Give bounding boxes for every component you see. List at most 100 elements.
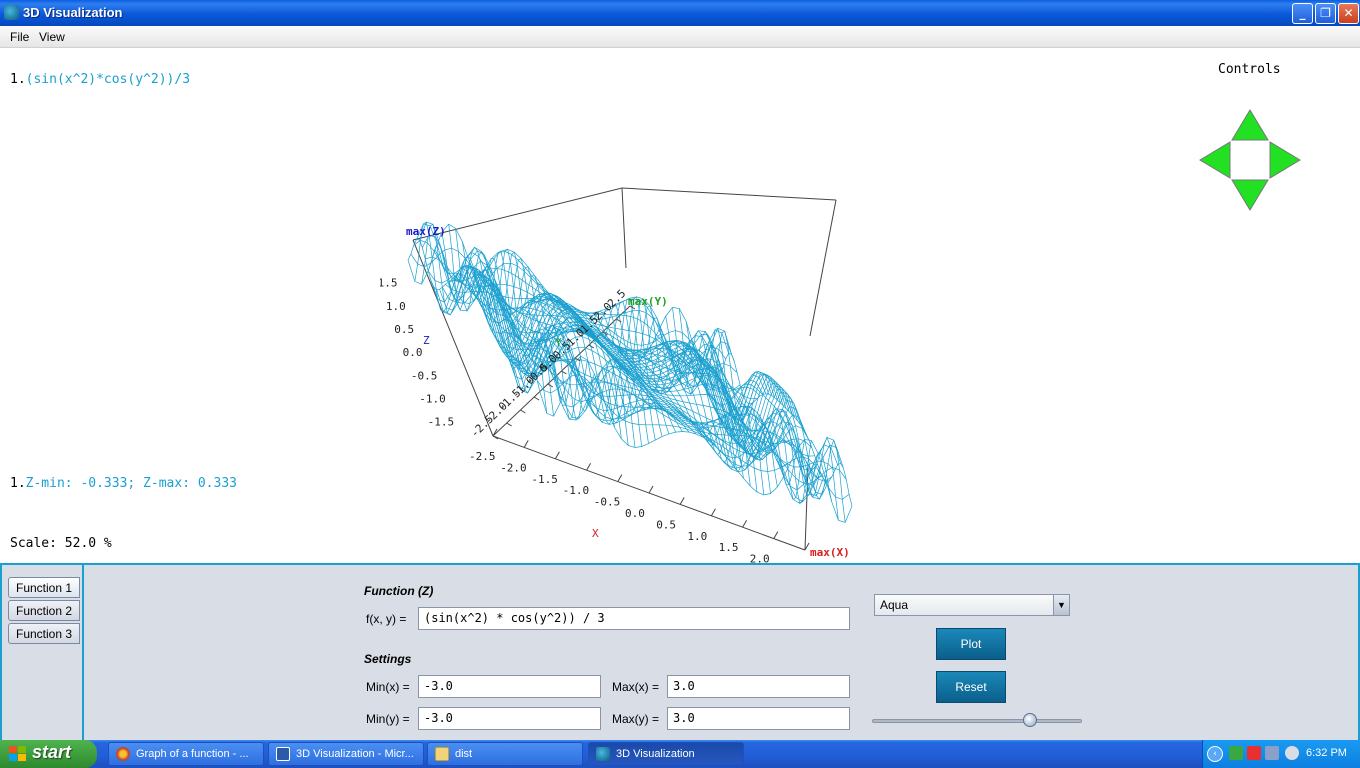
max-x-input[interactable]: 3.0 — [667, 675, 850, 698]
z-tick-label: -0.5 — [411, 369, 438, 382]
min-y-input[interactable]: -3.0 — [418, 707, 601, 730]
z-range-list: 1.Z-min: -0.333; Z-max: 0.333 — [10, 476, 237, 491]
color-dropdown[interactable]: Aqua ▼ — [874, 594, 1070, 616]
function-expression: (sin(x^2)*cos(y^2))/3 — [25, 72, 191, 87]
x-tick-mark — [617, 474, 623, 482]
minimize-button[interactable]: _ — [1292, 3, 1313, 24]
z-tick-label: -1.5 — [428, 416, 454, 429]
x-tick-mark — [648, 485, 654, 494]
x-tick-mark — [773, 531, 779, 539]
x-tick-label: -1.5 — [531, 473, 558, 486]
chrome-icon — [116, 747, 130, 761]
function-tabs: Function 1 Function 2 Function 3 — [4, 565, 84, 742]
menu-view[interactable]: View — [39, 30, 65, 44]
z-axis-label: max(Z) — [406, 225, 446, 238]
start-label: start — [32, 742, 72, 762]
min-x-label: Min(x) = — [366, 680, 410, 694]
taskbar-item-label: dist — [455, 748, 473, 760]
x-tick-mark — [742, 519, 748, 528]
network-icon[interactable] — [1229, 746, 1243, 760]
x-tick-mark — [710, 508, 716, 517]
z-marker: Z — [423, 334, 430, 347]
surface-mesh — [407, 221, 853, 523]
function-heading: Function (Z) — [364, 584, 434, 598]
x-tick-label: 0.0 — [625, 507, 645, 520]
arrow-left-icon[interactable] — [1199, 141, 1231, 179]
fxy-label: f(x, y) = — [366, 612, 407, 626]
settings-heading: Settings — [364, 652, 412, 666]
mesh-line-x-31 — [617, 297, 751, 487]
scale-slider-track[interactable] — [872, 719, 1082, 723]
tab-function-3[interactable]: Function 3 — [8, 623, 80, 644]
x-tick-label: 2.0 — [750, 553, 770, 563]
x-tick-label: -2.0 — [500, 461, 527, 474]
taskbar-item-label: 3D Visualization - Micr... — [296, 748, 414, 760]
function-expression-list: 1.(sin(x^2)*cos(y^2))/3 — [10, 72, 190, 87]
mesh-line-y-16 — [493, 308, 807, 457]
taskbar: start Graph of a function - ... 3D Visua… — [0, 740, 1360, 768]
function-input[interactable]: (sin(x^2) * cos(y^2)) / 3 — [418, 607, 850, 630]
reset-button[interactable]: Reset — [936, 671, 1006, 703]
scale-slider-thumb[interactable] — [1022, 713, 1037, 727]
taskbar-item-visualization[interactable]: 3D Visualization — [588, 742, 744, 766]
tab-function-2[interactable]: Function 2 — [8, 600, 80, 621]
window-title: 3D Visualization — [23, 5, 123, 20]
menu-file[interactable]: File — [10, 30, 29, 44]
x-tick-mark — [523, 440, 529, 448]
y-tick-mark — [533, 396, 540, 401]
z-tick-label: 0.0 — [403, 346, 423, 359]
z-tick-label: 0.5 — [394, 323, 414, 336]
maximize-button[interactable]: ❐ — [1315, 3, 1336, 24]
taskbar-item-browser[interactable]: Graph of a function - ... — [108, 742, 264, 766]
plot-button[interactable]: Plot — [936, 628, 1006, 660]
tab-function-1[interactable]: Function 1 — [8, 577, 80, 598]
min-x-input[interactable]: -3.0 — [418, 675, 601, 698]
plot-canvas[interactable]: 1.(sin(x^2)*cos(y^2))/3 1.Z-min: -0.333;… — [0, 48, 1360, 563]
start-button[interactable]: start — [0, 740, 97, 768]
folder-icon — [435, 747, 449, 761]
close-button[interactable]: ✕ — [1338, 3, 1359, 24]
x-tick-label: 1.5 — [719, 541, 739, 554]
x-tick-label: 0.5 — [656, 518, 676, 531]
taskbar-item-label: Graph of a function - ... — [136, 748, 249, 760]
antivirus-icon[interactable] — [1247, 746, 1261, 760]
max-x-label: Max(x) = — [612, 680, 660, 694]
chevron-down-icon[interactable]: ▼ — [1053, 595, 1069, 615]
x-tick-mark — [554, 451, 560, 460]
x-tick-mark — [679, 497, 685, 505]
arrow-right-icon[interactable] — [1269, 141, 1301, 179]
x-marker: X — [592, 527, 599, 540]
z-tick-label: 1.5 — [380, 277, 397, 290]
min-y-label: Min(y) = — [366, 712, 410, 726]
axis-ticks: 1.5 1.0 0.5 0.0 -0.5 -1.0 -1.5 -2.5 -2.0 -1.5 -1.0… — [380, 277, 810, 563]
max-y-input[interactable]: 3.0 — [667, 707, 850, 730]
controls-label: Controls — [1218, 62, 1281, 77]
menu-bar: File View — [0, 26, 1360, 48]
arrow-up-icon[interactable] — [1231, 109, 1269, 141]
function-index: 1. — [10, 72, 26, 87]
mesh-line-x-34 — [638, 305, 771, 494]
function-editor-panel: Function 1 Function 2 Function 3 Functio… — [0, 563, 1360, 742]
arrow-down-icon[interactable] — [1231, 179, 1269, 211]
clock: 6:32 PM — [1306, 747, 1347, 759]
title-bar: 3D Visualization _ ❐ ✕ — [0, 0, 1360, 26]
z-range-index: 1. — [10, 476, 26, 491]
taskbar-item-label: 3D Visualization — [616, 748, 695, 760]
surface-plot: 1.5 1.0 0.5 0.0 -0.5 -1.0 -1.5 -2.5 -2.0 -1.5 -1.0… — [380, 187, 853, 563]
volume-icon[interactable] — [1285, 746, 1299, 760]
y-axis-label: max(Y) — [628, 295, 668, 308]
y-marker: Y — [555, 336, 562, 349]
direction-pad — [1199, 109, 1301, 211]
z-tick-label: -1.0 — [419, 392, 446, 405]
x-tick-label: -0.5 — [594, 496, 621, 509]
display-icon[interactable] — [1265, 746, 1279, 760]
y-tick-mark — [520, 409, 526, 414]
app-icon — [4, 5, 19, 20]
word-icon — [276, 747, 290, 761]
taskbar-item-folder[interactable]: dist — [427, 742, 583, 766]
chevron-left-icon[interactable]: ‹ — [1207, 746, 1223, 762]
taskbar-item-word[interactable]: 3D Visualization - Micr... — [268, 742, 424, 766]
app-icon — [596, 747, 610, 761]
scale-readout: Scale: 52.0 % — [10, 536, 112, 551]
y-tick-mark — [616, 318, 622, 323]
